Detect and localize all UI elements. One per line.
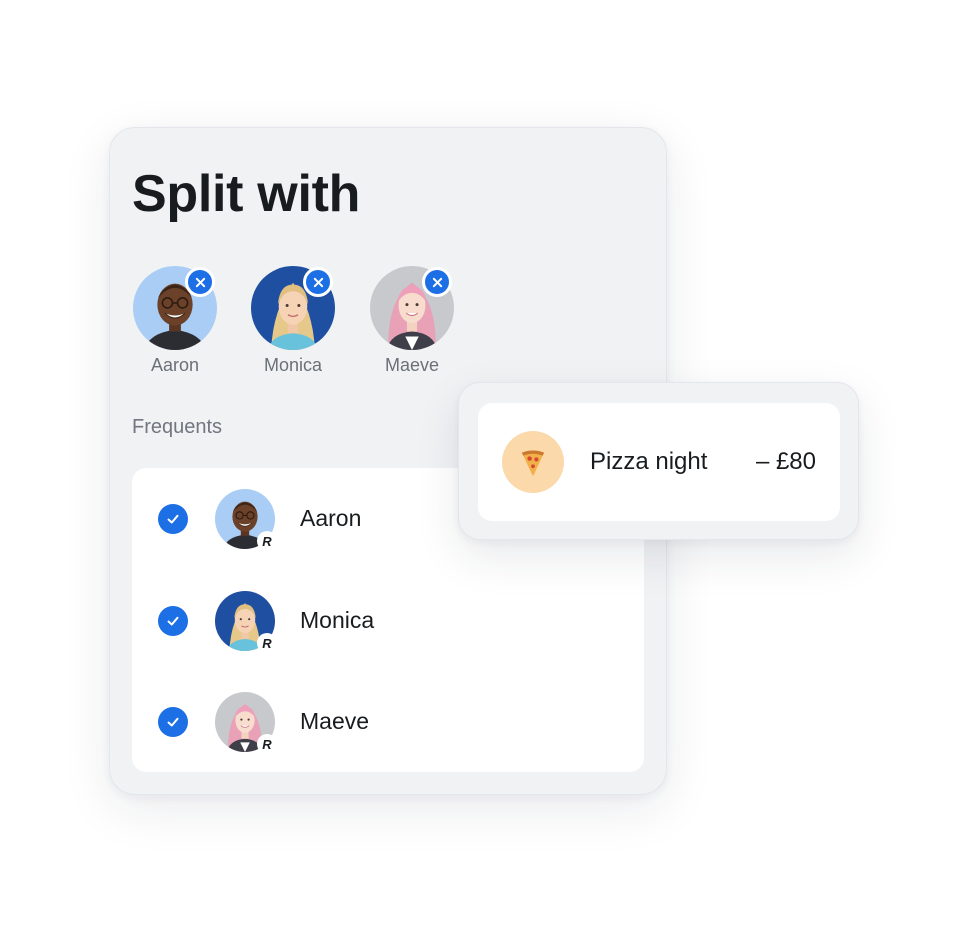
close-icon[interactable] — [303, 267, 333, 297]
transaction-row[interactable]: Pizza night – £80 — [478, 403, 840, 521]
transaction-card: Pizza night – £80 — [458, 382, 859, 540]
selected-person-maeve[interactable]: Maeve — [352, 266, 472, 382]
frequents-heading: Frequents — [132, 416, 223, 438]
selected-person-name: Monica — [263, 355, 323, 375]
close-icon[interactable] — [185, 267, 215, 297]
selected-person-name: Aaron — [150, 355, 200, 375]
pizza-icon — [502, 431, 564, 493]
list-item[interactable]: R Maeve — [132, 671, 644, 771]
selected-person-name: Maeve — [384, 355, 440, 375]
checkbox-checked-icon[interactable] — [158, 606, 188, 636]
list-item-name: Maeve — [300, 708, 370, 734]
close-icon[interactable] — [422, 267, 452, 297]
list-item-name: Aaron — [300, 505, 362, 531]
list-item[interactable]: R Monica — [132, 570, 644, 670]
revolut-badge-icon: R — [257, 531, 277, 551]
selected-person-monica[interactable]: Monica — [233, 266, 353, 382]
revolut-badge-icon: R — [257, 734, 277, 754]
list-item-name: Monica — [300, 607, 375, 633]
transaction-name: Pizza night — [590, 448, 708, 475]
checkbox-checked-icon[interactable] — [158, 707, 188, 737]
checkbox-checked-icon[interactable] — [158, 504, 188, 534]
page-title: Split with — [132, 165, 361, 223]
transaction-amount: – £80 — [755, 448, 816, 475]
revolut-badge-icon: R — [257, 633, 277, 653]
selected-person-aaron[interactable]: Aaron — [115, 266, 235, 382]
